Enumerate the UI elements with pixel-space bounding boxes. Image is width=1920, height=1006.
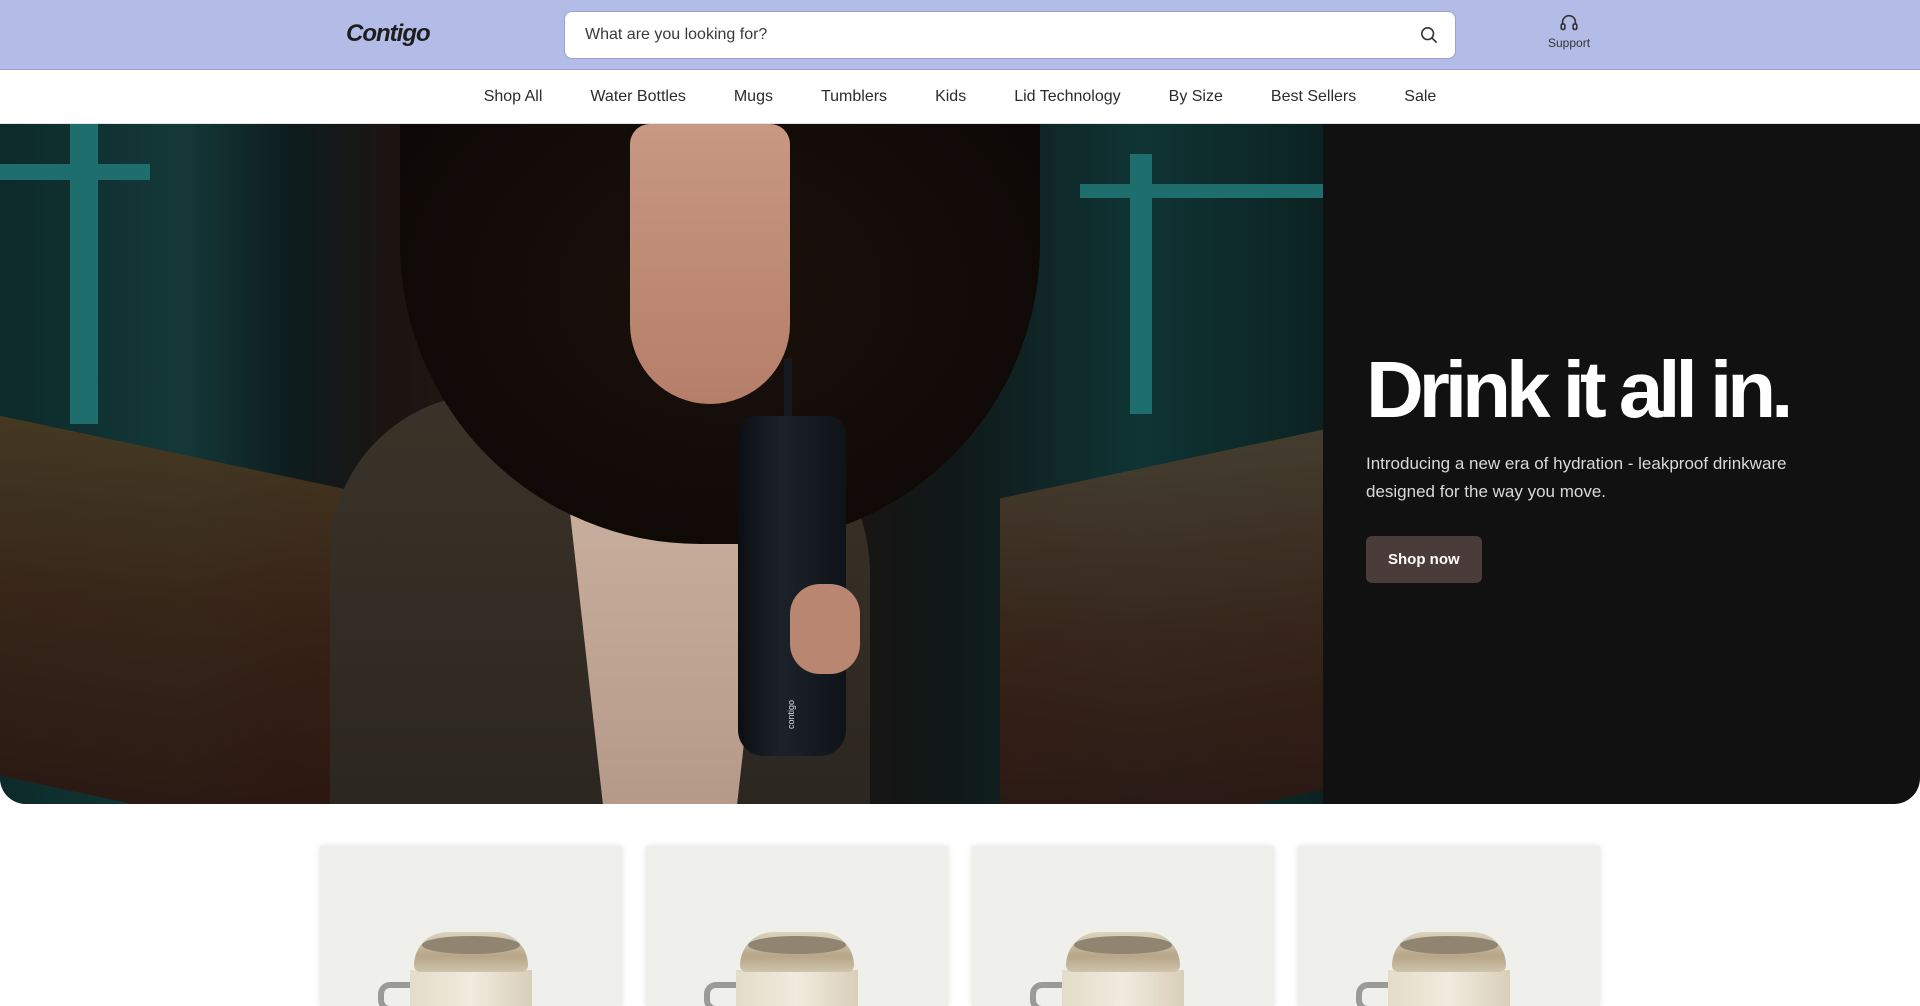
shop-now-button[interactable]: Shop now (1366, 536, 1482, 583)
hero-bottle-brand: contigo (786, 700, 796, 730)
hero-image: contigo (0, 124, 1323, 804)
hero-banner: contigo Drink it all in. Introducing a n… (0, 124, 1920, 804)
headset-icon (1560, 14, 1578, 31)
search-input[interactable] (585, 12, 1405, 58)
hero-face (630, 124, 790, 404)
nav-item-mugs[interactable]: Mugs (710, 88, 797, 106)
nav-item-best-sellers[interactable]: Best Sellers (1247, 88, 1380, 106)
hero-rail-right-bar (1080, 184, 1323, 198)
search-icon (1420, 26, 1438, 44)
hero-floor-right (1000, 429, 1323, 804)
nav-item-water-bottles[interactable]: Water Bottles (566, 88, 709, 106)
product-card[interactable] (972, 846, 1274, 1006)
mug-image (1356, 932, 1512, 1006)
product-grid (320, 846, 1600, 1006)
hero-subtitle: Introducing a new era of hydration - lea… (1366, 454, 1787, 501)
nav-item-by-size[interactable]: By Size (1145, 88, 1247, 106)
mug-image (704, 932, 860, 1006)
product-card[interactable] (1298, 846, 1600, 1006)
search-button[interactable] (1415, 21, 1443, 49)
nav-item-sale[interactable]: Sale (1380, 88, 1460, 106)
nav-item-tumblers[interactable]: Tumblers (797, 88, 911, 106)
hero-bottle-straw (784, 358, 792, 422)
support-label: Support (1548, 36, 1591, 50)
search-bar (564, 11, 1456, 59)
product-card[interactable] (646, 846, 948, 1006)
hero-hand (790, 584, 860, 674)
nav-item-lid-technology[interactable]: Lid Technology (990, 88, 1144, 106)
brand-logo[interactable]: Contigo (346, 20, 431, 48)
nav-item-kids[interactable]: Kids (911, 88, 990, 106)
hero-title: Drink it all in. (1366, 345, 1793, 434)
nav-item-shop-all[interactable]: Shop All (460, 88, 567, 106)
main-nav: Shop All Water Bottles Mugs Tumblers Kid… (0, 71, 1920, 124)
hero-rail-left-bar (0, 164, 150, 180)
mug-image (378, 932, 534, 1006)
product-card[interactable] (320, 846, 622, 1006)
hero-floor-left (0, 415, 360, 804)
top-header: Contigo Support (0, 0, 1920, 70)
support-link[interactable]: Support (1548, 12, 1590, 50)
hero-copy: Drink it all in. Introducing a new era o… (1366, 346, 1866, 583)
mug-image (1030, 932, 1186, 1006)
